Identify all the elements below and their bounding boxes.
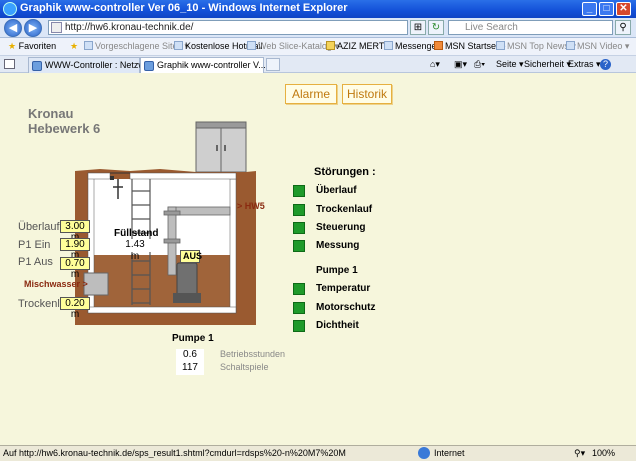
globe-icon <box>418 447 430 459</box>
p1-ein-label: P1 Ein <box>18 239 51 251</box>
page-icon <box>496 41 505 50</box>
fav-messenger[interactable]: Messenger <box>384 41 440 51</box>
messenger-icon <box>384 41 393 50</box>
star-icon: ★ <box>8 41 17 51</box>
stoerung-messung: Messung <box>316 240 360 251</box>
trockenl-value: 0.20 m <box>60 297 90 320</box>
fav-msn-top-news[interactable]: MSN Top News ▾ <box>496 41 576 52</box>
led-motorschutz <box>293 302 305 314</box>
betriebsstunden-label: Betriebsstunden <box>220 349 286 359</box>
search-input[interactable]: Live Search <box>448 20 613 35</box>
title-bar: Graphik www-controller Ver 06_10 - Windo… <box>0 0 636 18</box>
quick-tabs-icon[interactable] <box>4 59 15 69</box>
back-button[interactable]: ◀ <box>4 19 22 37</box>
page-icon <box>32 61 42 71</box>
status-bar: Auf http://hw6.kronau-technik.de/sps_res… <box>0 445 636 461</box>
historik-button[interactable]: Historik <box>342 84 392 104</box>
trockenl-label: Trockenl. <box>18 298 63 310</box>
pump-icon <box>173 262 201 303</box>
fuellstand-value: 1.43 m <box>118 239 152 262</box>
new-tab-button[interactable] <box>266 58 280 71</box>
ueberlauf-value: 3.00 m <box>60 220 90 243</box>
favorites-button[interactable]: ★ Favoriten <box>8 41 56 52</box>
water-level <box>94 255 230 307</box>
msn-icon <box>434 41 443 50</box>
betriebsstunden-value: 0.6 <box>176 349 204 362</box>
page-icon <box>247 41 256 50</box>
ueberlauf-label: Überlauf <box>18 221 60 233</box>
tab-bar: WWW-Controller : Netzwerkf... Graphik ww… <box>0 56 636 73</box>
tab-graphik[interactable]: Graphik www-controller V... <box>140 57 266 73</box>
pump-station-diagram <box>75 121 256 325</box>
led-ueberlauf <box>293 185 305 197</box>
page-icon <box>174 41 183 50</box>
zone-label: Internet <box>434 448 465 458</box>
pumpe-title: Pumpe 1 <box>172 333 214 344</box>
stoerung-temperatur: Temperatur <box>316 283 371 294</box>
control-cabinet <box>195 121 247 173</box>
page-icon <box>144 61 154 71</box>
page-icon <box>84 41 93 50</box>
forward-button[interactable]: ▶ <box>24 19 42 37</box>
fav-msn-startseite[interactable]: MSN Startseite <box>434 41 506 51</box>
feeds-icon[interactable]: ▣▾ <box>454 59 467 70</box>
folder-icon <box>326 41 335 50</box>
security-menu[interactable]: Sicherheit ▾ <box>524 59 571 70</box>
window-title: Graphik www-controller Ver 06_10 - Windo… <box>20 2 348 14</box>
fav-aziz-mert[interactable]: AZIZ MERT ▾ <box>326 41 391 52</box>
fav-msn-video[interactable]: MSN Video ▾ <box>566 41 629 52</box>
page-icon <box>51 22 62 33</box>
search-icon[interactable]: ⚲ <box>615 20 631 35</box>
favorites-bar: ★ Favoriten ★ Vorgeschlagene Sites ▾ Kos… <box>0 38 636 56</box>
tab-netzwerk[interactable]: WWW-Controller : Netzwerkf... <box>28 57 167 73</box>
add-favorite-icon[interactable]: ★ <box>70 41 78 52</box>
p1-aus-label: P1 Aus <box>18 256 53 268</box>
led-temperatur <box>293 283 305 295</box>
zoom-level[interactable]: 100% <box>592 448 615 458</box>
led-dichtheit <box>293 320 305 332</box>
page-menu[interactable]: Seite ▾ <box>496 59 524 70</box>
status-url: Auf http://hw6.kronau-technik.de/sps_res… <box>3 448 346 458</box>
led-steuerung <box>293 222 305 234</box>
zoom-icon[interactable]: ⚲▾ <box>574 448 585 459</box>
alarme-button[interactable]: Alarme <box>285 84 337 104</box>
maximize-button[interactable]: □ <box>599 2 614 16</box>
minimize-button[interactable]: _ <box>582 2 597 16</box>
compat-view-button[interactable]: ⊞ <box>410 20 426 35</box>
stoerungen-title: Störungen : <box>314 166 376 178</box>
mischwasser-label: Mischwasser > <box>24 279 88 289</box>
stoerung-motorschutz: Motorschutz <box>316 302 376 313</box>
pump-status-badge: AUS <box>180 250 202 263</box>
led-messung <box>293 240 305 252</box>
tools-menu[interactable]: Extras ▾ <box>568 59 601 70</box>
pump-faults-title: Pumpe 1 <box>316 265 358 276</box>
url-text: http://hw6.kronau-technik.de/ <box>65 22 194 33</box>
ie-logo-icon <box>3 2 17 16</box>
stoerung-ueberlauf: Überlauf <box>316 185 357 196</box>
stoerung-trockenlauf: Trockenlauf <box>316 204 373 215</box>
stoerung-dichtheit: Dichtheit <box>316 320 359 331</box>
home-icon[interactable]: ⌂▾ <box>430 59 440 70</box>
p1-aus-value: 0.70 m <box>60 257 90 280</box>
hw5-label: > HW5 <box>237 201 265 211</box>
p1-ein-value: 1.90 m <box>60 238 90 261</box>
refresh-icon[interactable]: ↻ <box>428 20 444 35</box>
help-icon[interactable]: ? <box>600 59 611 70</box>
page-icon <box>566 41 575 50</box>
schaltspiele-label: Schaltspiele <box>220 362 269 372</box>
url-field[interactable]: http://hw6.kronau-technik.de/ <box>48 20 408 35</box>
led-trockenlauf <box>293 204 305 216</box>
schaltspiele-value: 117 <box>176 362 204 375</box>
address-bar: ◀ ▶ http://hw6.kronau-technik.de/ ⊞ ↻ Li… <box>0 18 636 38</box>
fuellstand-label: Füllstand <box>114 228 159 239</box>
print-icon[interactable]: ⎙▾ <box>474 59 485 70</box>
page-content: Alarme Historik Kronau Hebewerk 6 Überla… <box>0 73 636 445</box>
close-button[interactable]: ✕ <box>616 2 631 16</box>
stoerung-steuerung: Steuerung <box>316 222 366 233</box>
